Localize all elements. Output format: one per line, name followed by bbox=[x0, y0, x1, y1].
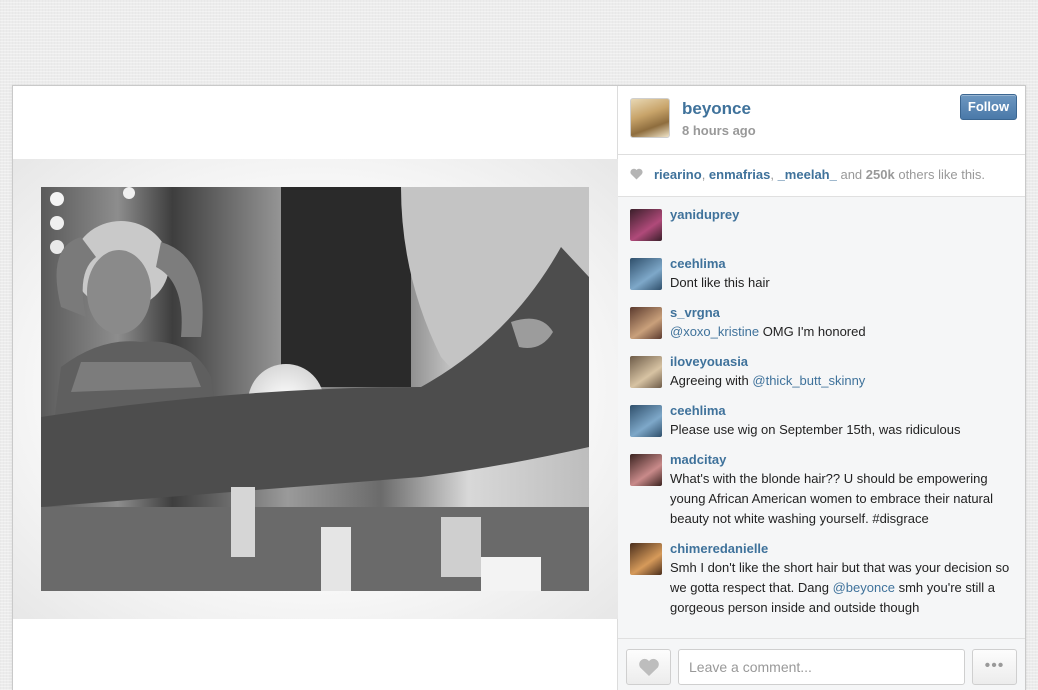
comment-username[interactable]: ceehlima bbox=[670, 402, 1013, 419]
likes-and: and bbox=[840, 167, 863, 182]
comment-item: madcitay What's with the blonde hair?? U … bbox=[630, 451, 1013, 529]
post-header: beyonce 8 hours ago Follow bbox=[618, 86, 1025, 155]
comment-text: What's with the blonde hair?? U should b… bbox=[670, 469, 1013, 529]
heart-icon bbox=[639, 658, 659, 676]
post-time: 8 hours ago bbox=[682, 123, 756, 138]
comment-username[interactable]: yaniduprey bbox=[670, 206, 1013, 223]
photo-frame bbox=[13, 159, 618, 619]
photo-image bbox=[41, 187, 589, 591]
comment-username[interactable]: s_vrgna bbox=[670, 304, 1013, 321]
post-username[interactable]: beyonce bbox=[682, 99, 751, 119]
comment-avatar[interactable] bbox=[630, 405, 662, 437]
comments-list: yaniduprey⁣⁣⁣⁣ ceehlima Dont like this hai… bbox=[618, 197, 1025, 618]
comment-avatar[interactable] bbox=[630, 356, 662, 388]
avatar[interactable] bbox=[630, 98, 670, 138]
comment-username[interactable]: chimeredanielle bbox=[670, 540, 1013, 557]
comment-avatar[interactable] bbox=[630, 209, 662, 241]
like-user-link[interactable]: riearino bbox=[654, 167, 702, 182]
post-photo[interactable] bbox=[41, 187, 589, 591]
media-pane bbox=[13, 86, 618, 690]
side-pane: beyonce 8 hours ago Follow riearino, enm… bbox=[618, 86, 1025, 690]
comment-item: ceehlima Please use wig on September 15th… bbox=[630, 402, 1013, 440]
comment-username[interactable]: iloveyouasia bbox=[670, 353, 1013, 370]
like-user-link[interactable]: enmafrias bbox=[709, 167, 770, 182]
heart-icon bbox=[630, 168, 643, 180]
like-user-link[interactable]: _meelah_ bbox=[778, 167, 837, 182]
post-modal: beyonce 8 hours ago Follow riearino, enm… bbox=[12, 85, 1026, 690]
comment-avatar[interactable] bbox=[630, 307, 662, 339]
likes-suffix: others like this. bbox=[898, 167, 986, 182]
comment-text: ⁣⁣⁣⁣ bbox=[670, 224, 1013, 244]
mention-link[interactable]: @xoxo_kristine bbox=[670, 324, 759, 339]
comment-text: Agreeing with @thick_butt_skinny bbox=[670, 371, 1013, 391]
comment-username[interactable]: ceehlima bbox=[670, 255, 1013, 272]
mention-link[interactable]: @beyonce bbox=[833, 580, 895, 595]
comment-text: Smh I don't like the short hair but that… bbox=[670, 558, 1013, 618]
comment-text-part: Please use wig on September 15th, was ri… bbox=[670, 422, 961, 437]
follow-button[interactable]: Follow bbox=[960, 94, 1017, 120]
comment-avatar[interactable] bbox=[630, 543, 662, 575]
comment-item: yaniduprey⁣⁣⁣⁣ bbox=[630, 206, 1013, 244]
mention-link[interactable]: @thick_butt_skinny bbox=[752, 373, 865, 388]
comment-text-part: Dont like this hair bbox=[670, 275, 770, 290]
comment-footer: ••• bbox=[618, 638, 1025, 690]
comment-item: s_vrgna @xoxo_kristine OMG I'm honored bbox=[630, 304, 1013, 342]
like-button[interactable] bbox=[626, 649, 671, 685]
comment-username[interactable]: madcitay bbox=[670, 451, 1013, 468]
comment-avatar[interactable] bbox=[630, 258, 662, 290]
likes-count[interactable]: 250k bbox=[866, 167, 895, 182]
comment-text-part: Agreeing with bbox=[670, 373, 753, 388]
comment-avatar[interactable] bbox=[630, 454, 662, 486]
comment-text-part: OMG I'm honored bbox=[759, 324, 866, 339]
more-options-button[interactable]: ••• bbox=[972, 649, 1017, 685]
comment-text: Dont like this hair bbox=[670, 273, 1013, 293]
comment-input[interactable] bbox=[678, 649, 965, 685]
likes-bar: riearino, enmafrias, _meelah_ and 250k o… bbox=[618, 155, 1025, 197]
comment-text: Please use wig on September 15th, was ri… bbox=[670, 420, 1013, 440]
comment-item: ceehlima Dont like this hair bbox=[630, 255, 1013, 293]
comment-item: iloveyouasia Agreeing with @thick_butt_sk… bbox=[630, 353, 1013, 391]
comment-text-part: What's with the blonde hair?? U should b… bbox=[670, 471, 994, 526]
comment-text: @xoxo_kristine OMG I'm honored bbox=[670, 322, 1013, 342]
comment-item: chimeredanielle Smh I don't like the shor… bbox=[630, 540, 1013, 618]
